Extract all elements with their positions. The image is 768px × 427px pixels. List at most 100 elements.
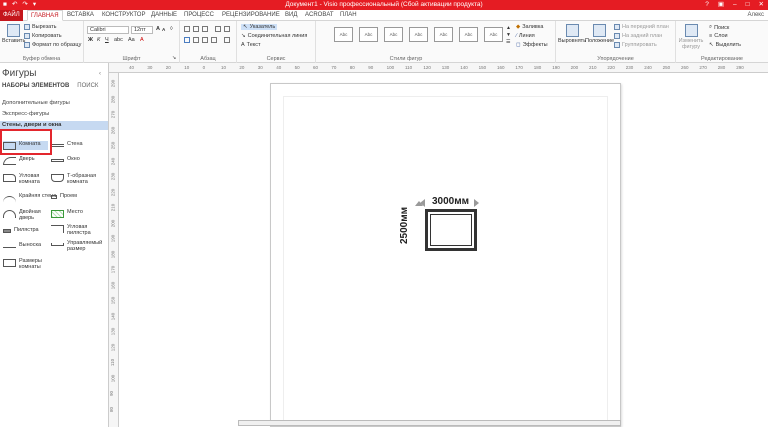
case-icon[interactable]: Aa [128,37,135,43]
tab-data[interactable]: ДАННЫЕ [151,10,177,21]
ruler-tick: 220 [110,188,116,196]
tab-design[interactable]: КОНСТРУКТОР [102,10,145,21]
shape-style-5[interactable]: Abc [434,27,453,42]
fill-button[interactable]: ◆ Заливка [516,24,543,30]
shape-corner-pilaster[interactable]: Угловая пилястра [51,224,101,236]
shape-t-room[interactable]: Т-образная комната [51,173,101,185]
ruler-tick: 30 [147,65,153,70]
tab-insert[interactable]: ВСТАВКА [67,10,94,21]
strikethrough-icon[interactable]: abc [114,37,123,43]
align-center-icon[interactable] [193,37,199,43]
change-shape-button[interactable]: Изменить фигуру [679,24,703,50]
align-right-icon[interactable] [202,37,208,43]
shape-room-dimensions[interactable]: Размеры комнаты [3,258,49,270]
italic-icon[interactable]: К [97,37,100,43]
grow-font-icon[interactable]: AA [156,26,165,32]
position-button[interactable]: Положение [585,24,614,44]
shape-wall[interactable]: Стена [51,141,83,147]
shape-l-room[interactable]: Угловая комната [3,173,49,185]
align-middle-icon[interactable] [193,26,199,32]
shape-door[interactable]: Дверь [3,156,35,165]
shape-curved-wall[interactable]: Крайняя стена [3,193,56,204]
shape-style-6[interactable]: Abc [459,27,478,42]
justify-icon[interactable] [211,37,217,43]
shape-window[interactable]: Окно [51,156,80,162]
tab-review[interactable]: РЕЦЕНЗИРОВАНИЕ [222,10,280,21]
horizontal-scrollbar[interactable] [238,420,621,426]
tab-plan[interactable]: ПЛАН [340,10,357,21]
decrease-indent-icon[interactable] [215,26,221,32]
tab-file[interactable]: ФАЙЛ [0,10,23,21]
shape-callout[interactable]: Выноска [3,242,41,248]
tab-view[interactable]: ВИД [285,10,297,21]
tab-home[interactable]: ГЛАВНАЯ [27,10,63,21]
ruler-tick: 180 [533,65,542,70]
font-color-icon[interactable]: A [140,37,144,43]
room-shape[interactable] [425,209,477,251]
width-dimension[interactable]: 3000мм [432,196,469,207]
help-icon[interactable]: ? [705,0,709,10]
send-back-button[interactable]: На задний план [614,33,662,39]
paste-button[interactable]: Вставить [2,24,25,44]
font-size-select[interactable]: 12пт [131,26,153,34]
increase-indent-icon[interactable] [224,26,230,32]
collapse-panel-icon[interactable]: ‹ [99,71,101,77]
ribbon-display-icon[interactable]: ▣ [718,0,724,10]
drawing-page[interactable] [270,83,621,427]
bring-front-icon [614,24,620,30]
tab-acrobat[interactable]: ACROBAT [305,10,334,21]
group-button[interactable]: Группировать [614,42,657,48]
align-bottom-icon[interactable] [202,26,208,32]
maximize-icon[interactable]: □ [746,0,750,10]
shape-opening[interactable]: Проем [51,193,77,199]
clear-format-icon[interactable]: ◊ [170,26,173,32]
select-button[interactable]: ↖ Выделить [709,42,741,48]
tab-search[interactable]: ПОИСК [77,83,98,89]
font-name-select[interactable]: Calibri [87,26,129,34]
select-label: Выделить [715,42,741,48]
connector-tool-button[interactable]: ↘ Соединительная линия [241,33,307,39]
cut-button[interactable]: Вырезать [24,24,56,30]
find-button[interactable]: ⌕ Поиск [709,24,729,31]
ruler-tick: 290 [736,65,744,70]
shape-style-2[interactable]: Abc [359,27,378,42]
stencil-more-shapes[interactable]: Дополнительные фигуры [2,99,106,108]
shape-pilaster[interactable]: Пилястра [3,227,39,233]
user-name[interactable]: Алекс [747,10,764,21]
shape-style-3[interactable]: Abc [384,27,403,42]
copy-button[interactable]: Копировать [24,33,62,39]
fill-icon: ◆ [516,24,521,30]
pointer-tool-button[interactable]: ↖ Указатель [241,24,278,30]
shape-style-7[interactable]: Abc [484,27,503,42]
effects-button[interactable]: ◻ Эффекты [516,42,548,48]
format-painter-button[interactable]: Формат по образцу [24,42,81,48]
shape-double-door[interactable]: Двойная дверь [3,209,49,221]
gallery-scroll-down-icon[interactable]: ▼ [506,32,511,38]
line-button[interactable]: ∕ Линия [516,33,535,39]
ruler-tick: 200 [570,65,579,70]
shape-controlled-dimension[interactable]: Управляемый размер [51,240,102,252]
ruler-tick: 170 [110,265,116,274]
bold-icon[interactable]: Ж [88,37,93,43]
gallery-more-icon[interactable]: ☰ [506,39,510,45]
text-tool-button[interactable]: A Текст [241,42,261,48]
shape-space[interactable]: Место [51,209,83,218]
shape-style-1[interactable]: Abc [334,27,353,42]
stencil-quick-shapes[interactable]: Экспресс-фигуры [2,110,106,119]
tab-process[interactable]: ПРОЦЕСС [184,10,214,21]
align-button[interactable]: Выровнять [558,24,586,44]
callout-shape-icon [3,245,16,248]
minimize-icon[interactable]: – [733,0,737,10]
layers-button[interactable]: ≡ Слои [709,33,728,39]
underline-icon[interactable]: Ч [105,37,109,43]
shape-style-4[interactable]: Abc [409,27,428,42]
tab-stencils[interactable]: НАБОРЫ ЭЛЕМЕНТОВ [2,83,69,89]
gallery-scroll-up-icon[interactable]: ▲ [506,25,511,31]
align-top-icon[interactable] [184,26,190,32]
ruler-tick: 80 [109,406,115,412]
height-dimension[interactable]: 2500мм [399,207,410,244]
align-left-icon[interactable] [184,37,190,43]
bring-front-button[interactable]: На передний план [614,24,669,30]
close-icon[interactable]: ✕ [759,0,764,10]
bullets-icon[interactable] [224,37,230,43]
